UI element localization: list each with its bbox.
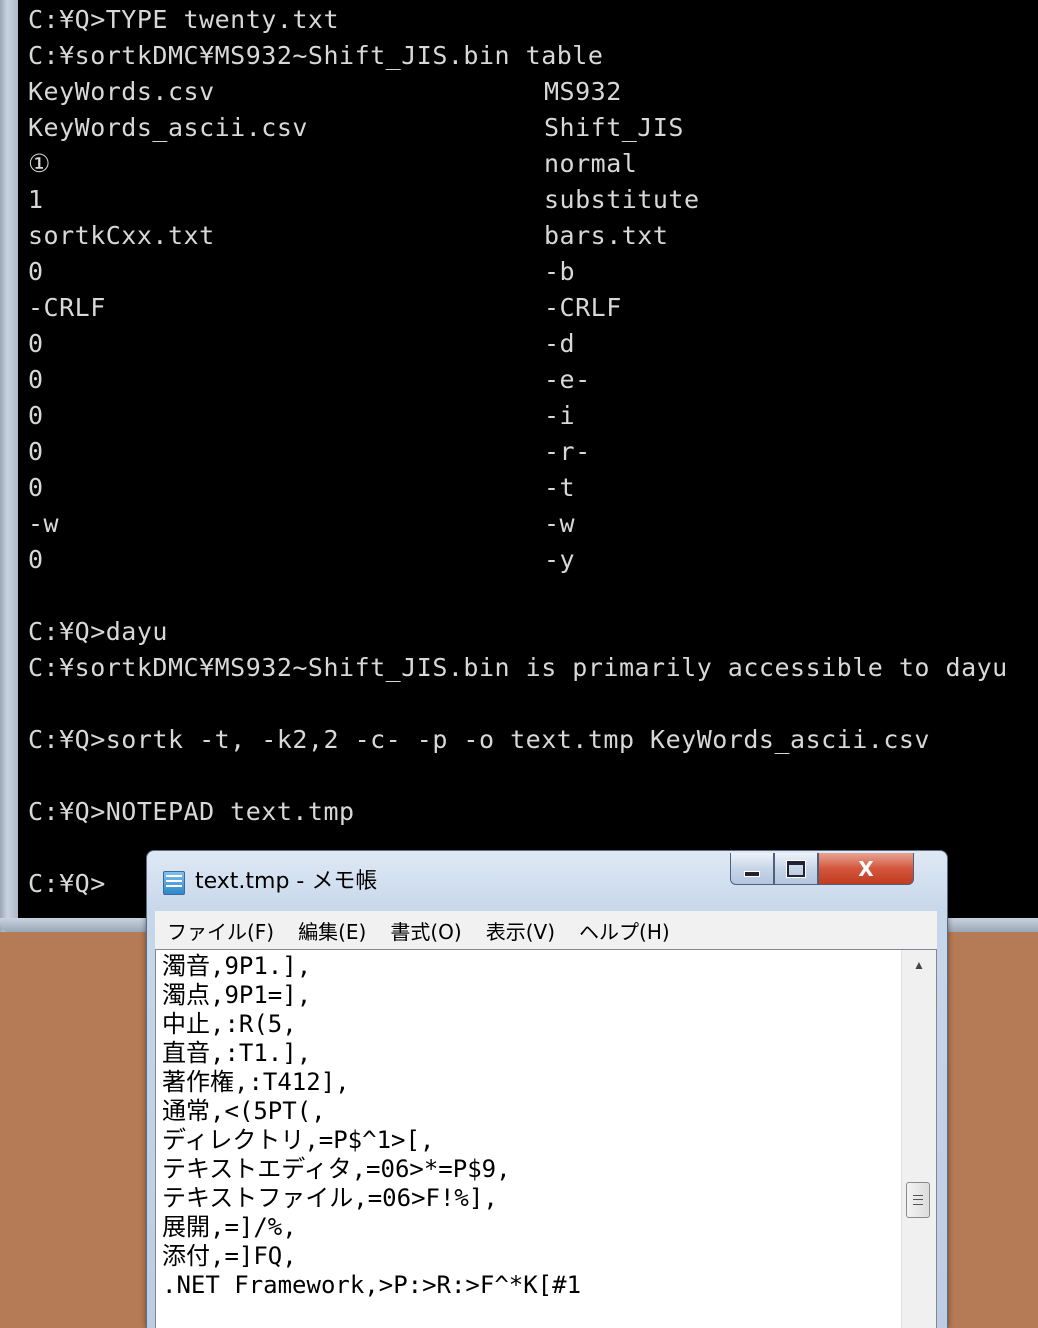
console-line: sortkCxx.txt	[28, 221, 215, 250]
grip-icon	[913, 1195, 923, 1205]
text-line: テキストエディタ,=06>*=P$9,	[162, 1155, 511, 1183]
close-button[interactable]: X	[818, 853, 914, 885]
console-line: 0	[28, 545, 44, 574]
console-line-value: MS932	[544, 77, 622, 106]
minimize-icon	[744, 870, 760, 877]
text-line: .NET Framework,>P:>R:>F^*K[#1	[162, 1271, 582, 1299]
notepad-icon	[163, 871, 185, 895]
text-line: 展開,=]/%,	[162, 1213, 297, 1241]
console-window: C:¥Q>TYPE twenty.txt C:¥sortkDMC¥MS932~Sh…	[0, 0, 1038, 932]
console-line-value: Shift_JIS	[544, 113, 684, 142]
text-line: 添付,=]FQ,	[162, 1242, 297, 1270]
console-line-value: normal	[544, 149, 638, 178]
console-line-value: -e-	[544, 365, 591, 394]
console-line: C:¥Q>TYPE twenty.txt	[28, 5, 340, 34]
maximize-button[interactable]	[774, 853, 818, 885]
console-line: 0	[28, 401, 44, 430]
console-line: 0	[28, 365, 44, 394]
console-line-value: substitute	[544, 185, 700, 214]
window-title: text.tmp - メモ帳	[195, 869, 378, 894]
console-line: C:¥Q>sortk -t, -k2,2 -c- -p -o text.tmp …	[28, 725, 930, 754]
console-line: 1	[28, 185, 44, 214]
menu-file[interactable]: ファイル(F)	[155, 916, 286, 945]
text-line: 濁音,9P1.],	[162, 952, 312, 980]
console-line-value: -w	[544, 509, 576, 538]
console-line-value: -i	[544, 401, 576, 430]
console-line-value: -r-	[544, 437, 591, 466]
console-line: 0	[28, 329, 44, 358]
text-editor[interactable]: 濁音,9P1.], 濁点,9P1=], 中止,:R(5, 直音,:T1.], 著作権,:…	[155, 949, 937, 1328]
text-line: 濁点,9P1=],	[162, 981, 312, 1009]
console-line: C:¥Q>dayu	[28, 617, 168, 646]
console-window-border	[0, 0, 18, 932]
text-line: 直音,:T1.],	[162, 1039, 312, 1067]
console-line-value: -y	[544, 545, 576, 574]
console-line-value: -t	[544, 473, 576, 502]
console-line: 0	[28, 257, 44, 286]
text-line: 通常,<(5PT(,	[162, 1097, 326, 1125]
text-line: ディレクトリ,=P$^1>[,	[162, 1126, 435, 1154]
console-line: C:¥Q>NOTEPAD text.tmp	[28, 797, 355, 826]
menu-help[interactable]: ヘルプ(H)	[567, 916, 682, 945]
scrollbar-thumb[interactable]	[906, 1182, 930, 1218]
notepad-window[interactable]: text.tmp - メモ帳 X ファイル(F) 編集(E) 書式(O) 表示(…	[146, 850, 948, 1328]
console-line: C:¥sortkDMC¥MS932~Shift_JIS.bin table	[28, 41, 604, 70]
text-line: 中止,:R(5,	[162, 1010, 297, 1038]
console-line: C:¥Q>	[28, 869, 106, 898]
console-line-value: -CRLF	[544, 293, 622, 322]
console-line: -CRLF	[28, 293, 106, 322]
text-line: 著作権,:T412],	[162, 1068, 350, 1096]
console-line: KeyWords_ascii.csv	[28, 113, 308, 142]
console-line-value: -d	[544, 329, 576, 358]
menu-edit[interactable]: 編集(E)	[286, 916, 378, 945]
menu-bar: ファイル(F) 編集(E) 書式(O) 表示(V) ヘルプ(H)	[155, 911, 937, 949]
vertical-scrollbar[interactable]: ▲	[901, 950, 936, 1328]
console-line: 0	[28, 437, 44, 466]
console-line: 0	[28, 473, 44, 502]
maximize-icon	[787, 860, 805, 877]
console-output[interactable]: C:¥Q>TYPE twenty.txt C:¥sortkDMC¥MS932~Sh…	[18, 0, 1038, 918]
console-line: ①	[28, 149, 51, 178]
scroll-up-icon: ▲	[913, 957, 925, 972]
close-icon: X	[858, 856, 874, 881]
console-line: C:¥sortkDMC¥MS932~Shift_JIS.bin is prima…	[28, 653, 1008, 682]
console-line: -w	[28, 509, 60, 538]
console-line: KeyWords.csv	[28, 77, 215, 106]
scroll-up-button[interactable]: ▲	[902, 950, 936, 980]
console-line-value: -b	[544, 257, 576, 286]
text-line: テキストファイル,=06>F!%],	[162, 1184, 498, 1212]
minimize-button[interactable]	[730, 853, 774, 885]
console-line-value: bars.txt	[544, 221, 669, 250]
menu-format[interactable]: 書式(O)	[378, 916, 473, 945]
menu-view[interactable]: 表示(V)	[474, 916, 567, 945]
